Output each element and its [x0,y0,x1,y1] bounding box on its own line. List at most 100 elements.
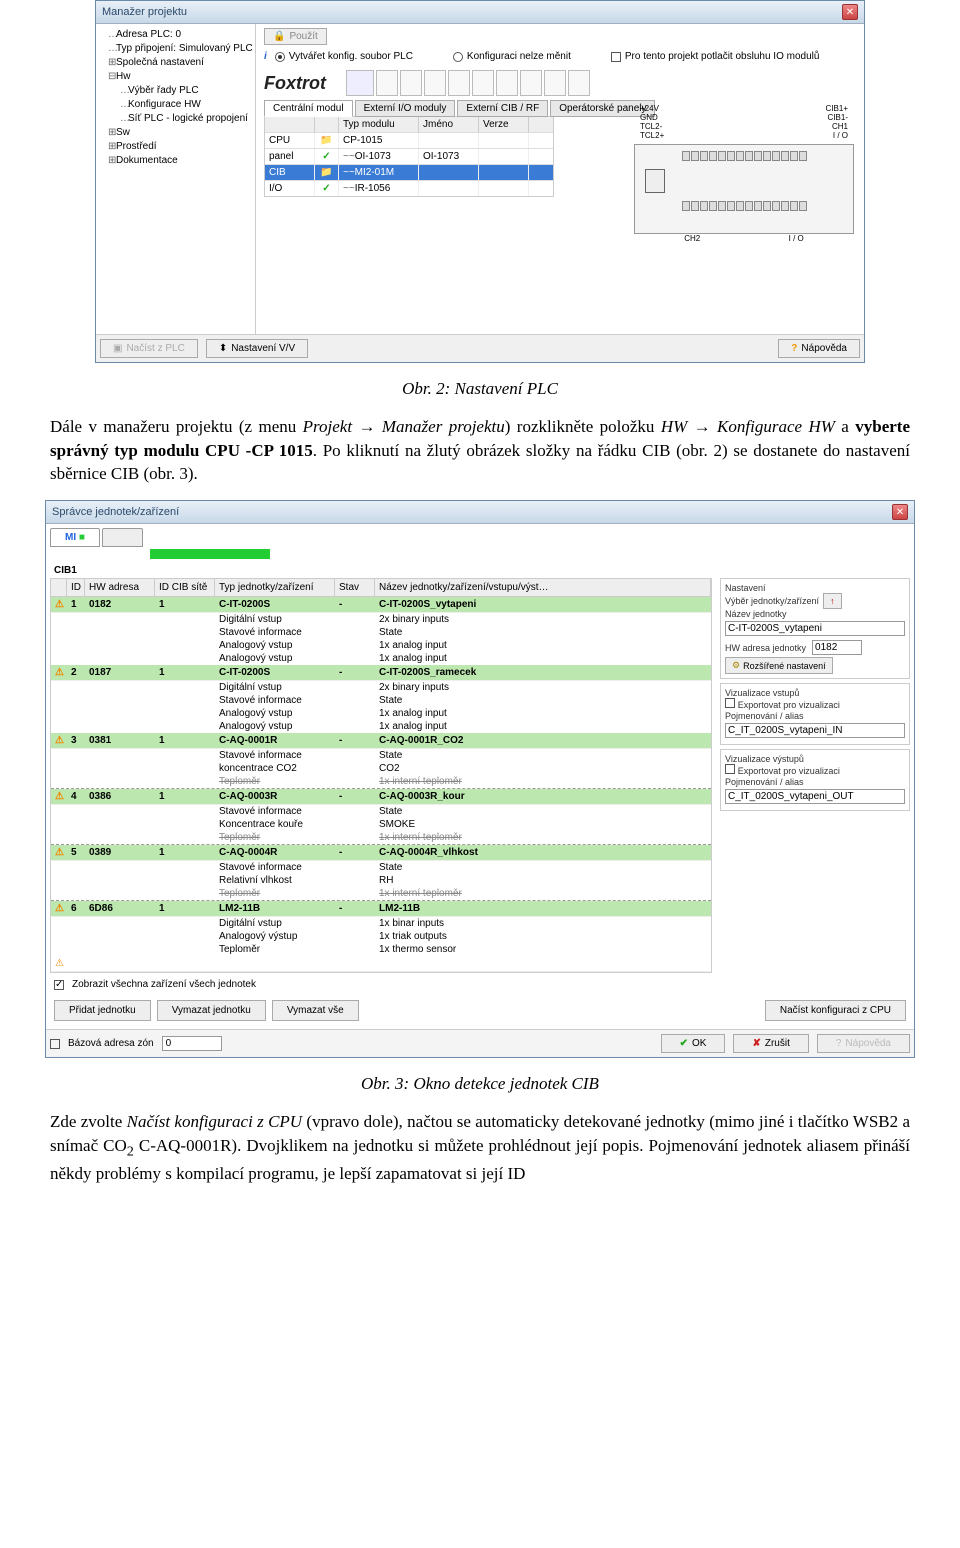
ethernet-port-icon [645,169,665,193]
tree-item[interactable]: Síť PLC - logické propojení [128,113,248,124]
io-settings-button[interactable]: ⬍Nastavení V/V [206,339,308,358]
gear-icon: ⚙ [732,660,740,671]
tree-item[interactable]: Hw [116,71,130,82]
alias-in-input[interactable] [725,723,905,738]
settings-panel: Nastavení Výběr jednotky/zařízení ↑ Náze… [720,578,910,973]
table-row-selected[interactable]: CIB 📁 ~~MI2-01M [265,164,553,180]
hw-address-input[interactable] [812,640,862,655]
device-sub-row-disabled: Teploměr1x interní teploměr [51,775,711,789]
cross-icon: ✘ [752,1038,760,1049]
delete-all-button[interactable]: Vymazat vše [272,1000,359,1021]
help-button[interactable]: ?Nápověda [778,339,860,358]
window-footer: Bázová adresa zón ✔OK ✘Zrušit ?Nápověda [46,1029,914,1057]
device-row[interactable]: ⚠403861C-AQ-0003R-C-AQ-0003R_kour [51,789,711,805]
col-id: ID [67,579,85,596]
warning-icon: ⚠ [55,847,64,858]
document-text: Obr. 2: Nastavení PLC Dále v manažeru pr… [0,363,960,500]
show-all-checkbox[interactable]: ✓ [54,980,64,990]
device-table: ID HW adresa ID CIB sítě Typ jednotky/za… [50,578,712,973]
io-icon: ⬍ [219,343,227,354]
alias-out-input[interactable] [725,789,905,804]
warning-icon: ⚠ [55,735,64,746]
col-type: Typ modulu [339,117,419,132]
lock-icon: 🔒 [273,31,285,42]
unit-name-input[interactable] [725,621,905,636]
apply-button[interactable]: 🔒Použít [264,28,327,45]
advanced-settings-button[interactable]: ⚙Rozšířené nastavení [725,657,833,674]
col-state: Stav [335,579,375,596]
ok-button[interactable]: ✔OK [661,1034,726,1053]
check-icon: ✓ [322,183,330,194]
radio-create-config[interactable] [275,52,285,62]
delete-unit-button[interactable]: Vymazat jednotku [157,1000,266,1021]
device-sub-row: Analogový vstup1x analog input [51,639,711,652]
module-table: Typ modulu Jméno Verze CPU 📁 CP-1015 pan… [264,116,554,197]
up-button[interactable]: ↑ [823,593,842,609]
plc-diagram: +24VCIB1+ GNDCIB1- TCL2-CH1 TCL2+I / O C… [634,104,854,243]
close-icon[interactable]: ✕ [892,504,908,520]
tree-item[interactable]: Typ připojení: Simulovaný PLC [116,43,253,54]
export-checkbox[interactable] [725,764,735,774]
config-panel: 🔒Použít iVytvářet konfig. soubor PLC Kon… [256,24,864,334]
tree-item[interactable]: Výběr řady PLC [128,85,199,96]
warning-icon: ⚠ [55,958,64,969]
tab-empty[interactable] [102,528,143,547]
export-checkbox[interactable] [725,698,735,708]
load-from-plc-button[interactable]: ▣Načíst z PLC [100,339,198,358]
arrow-up-icon: ↑ [830,596,835,606]
tree-item[interactable]: Konfigurace HW [128,99,201,110]
brand-label: Foxtrot [264,73,326,94]
folder-icon[interactable]: 📁 [320,167,332,178]
tree-item[interactable]: Prostředí [116,141,157,152]
base-address-checkbox[interactable] [50,1039,60,1049]
progress-bar [150,549,270,559]
suppress-checkbox[interactable] [611,52,621,62]
tab-mi[interactable]: MI ■ [50,528,100,547]
warning-icon: ⚠ [55,903,64,914]
tree-item[interactable]: Dokumentace [116,155,178,166]
warning-icon: ⚠ [55,667,64,678]
col-type: Typ jednotky/zařízení [215,579,335,596]
help-button[interactable]: ?Nápověda [817,1034,910,1053]
cancel-button[interactable]: ✘Zrušit [733,1034,808,1053]
device-row[interactable]: ⚠101821C-IT-0200S-C-IT-0200S_vytapeni [51,597,711,613]
info-icon: i [264,51,267,62]
tab-external-io[interactable]: Externí I/O moduly [355,100,456,117]
radio-no-change[interactable] [453,52,463,62]
device-row-empty: ⚠ [51,956,711,972]
add-unit-button[interactable]: Přidat jednotku [54,1000,151,1021]
col-cib-id: ID CIB sítě [155,579,215,596]
device-sub-row: Digitální vstup2x binary inputs [51,681,711,694]
folder-icon[interactable]: 📁 [320,135,332,146]
device-row[interactable]: ⚠503891C-AQ-0004R-C-AQ-0004R_vlhkost [51,845,711,861]
close-icon[interactable]: ✕ [842,4,858,20]
base-address-input[interactable] [162,1036,222,1051]
col-name: Název jednotky/zařízení/vstupu/výst… [375,579,711,596]
col-name: Jméno [419,117,479,132]
tree-item[interactable]: Adresa PLC: 0 [116,29,181,40]
device-sub-row: Stavové informaceState [51,805,711,818]
device-sub-row: Analogový vstup1x analog input [51,652,711,665]
device-row[interactable]: ⚠303811C-AQ-0001R-C-AQ-0001R_CO2 [51,733,711,749]
device-row[interactable]: ⚠66D861LM2-11B-LM2-11B [51,901,711,917]
device-sub-row: Analogový vstup1x analog input [51,720,711,733]
tree-item[interactable]: Sw [116,127,130,138]
cib-label: CIB1 [50,563,910,578]
device-row[interactable]: ⚠201871C-IT-0200S-C-IT-0200S_ramecek [51,665,711,681]
figure-caption: Obr. 2: Nastavení PLC [50,377,910,401]
tab-cib-rf[interactable]: Externí CIB / RF [457,100,548,117]
table-row[interactable]: panel ✓ ~~OI-1073OI-1073 [265,148,553,164]
document-text: Obr. 3: Okno detekce jednotek CIB Zde zv… [0,1058,960,1200]
load-config-cpu-button[interactable]: Načíst konfiguraci z CPU [765,1000,906,1021]
tab-central[interactable]: Centrální modul [264,100,353,117]
table-row[interactable]: CPU 📁 CP-1015 [265,132,553,148]
vis-inputs-label: Vizualizace vstupů [725,688,905,698]
device-sub-row: Digitální vstup2x binary inputs [51,613,711,626]
warning-icon: ⚠ [55,599,64,610]
tree-item[interactable]: Společná nastavení [116,57,204,68]
project-tree[interactable]: …Adresa PLC: 0 …Typ připojení: Simulovan… [96,24,256,334]
table-row[interactable]: I/O ✓ ~~IR-1056 [265,180,553,196]
device-sub-row: Digitální vstup1x binar inputs [51,917,711,930]
col-hw-address: HW adresa [85,579,155,596]
check-icon: ✔ [680,1038,688,1049]
